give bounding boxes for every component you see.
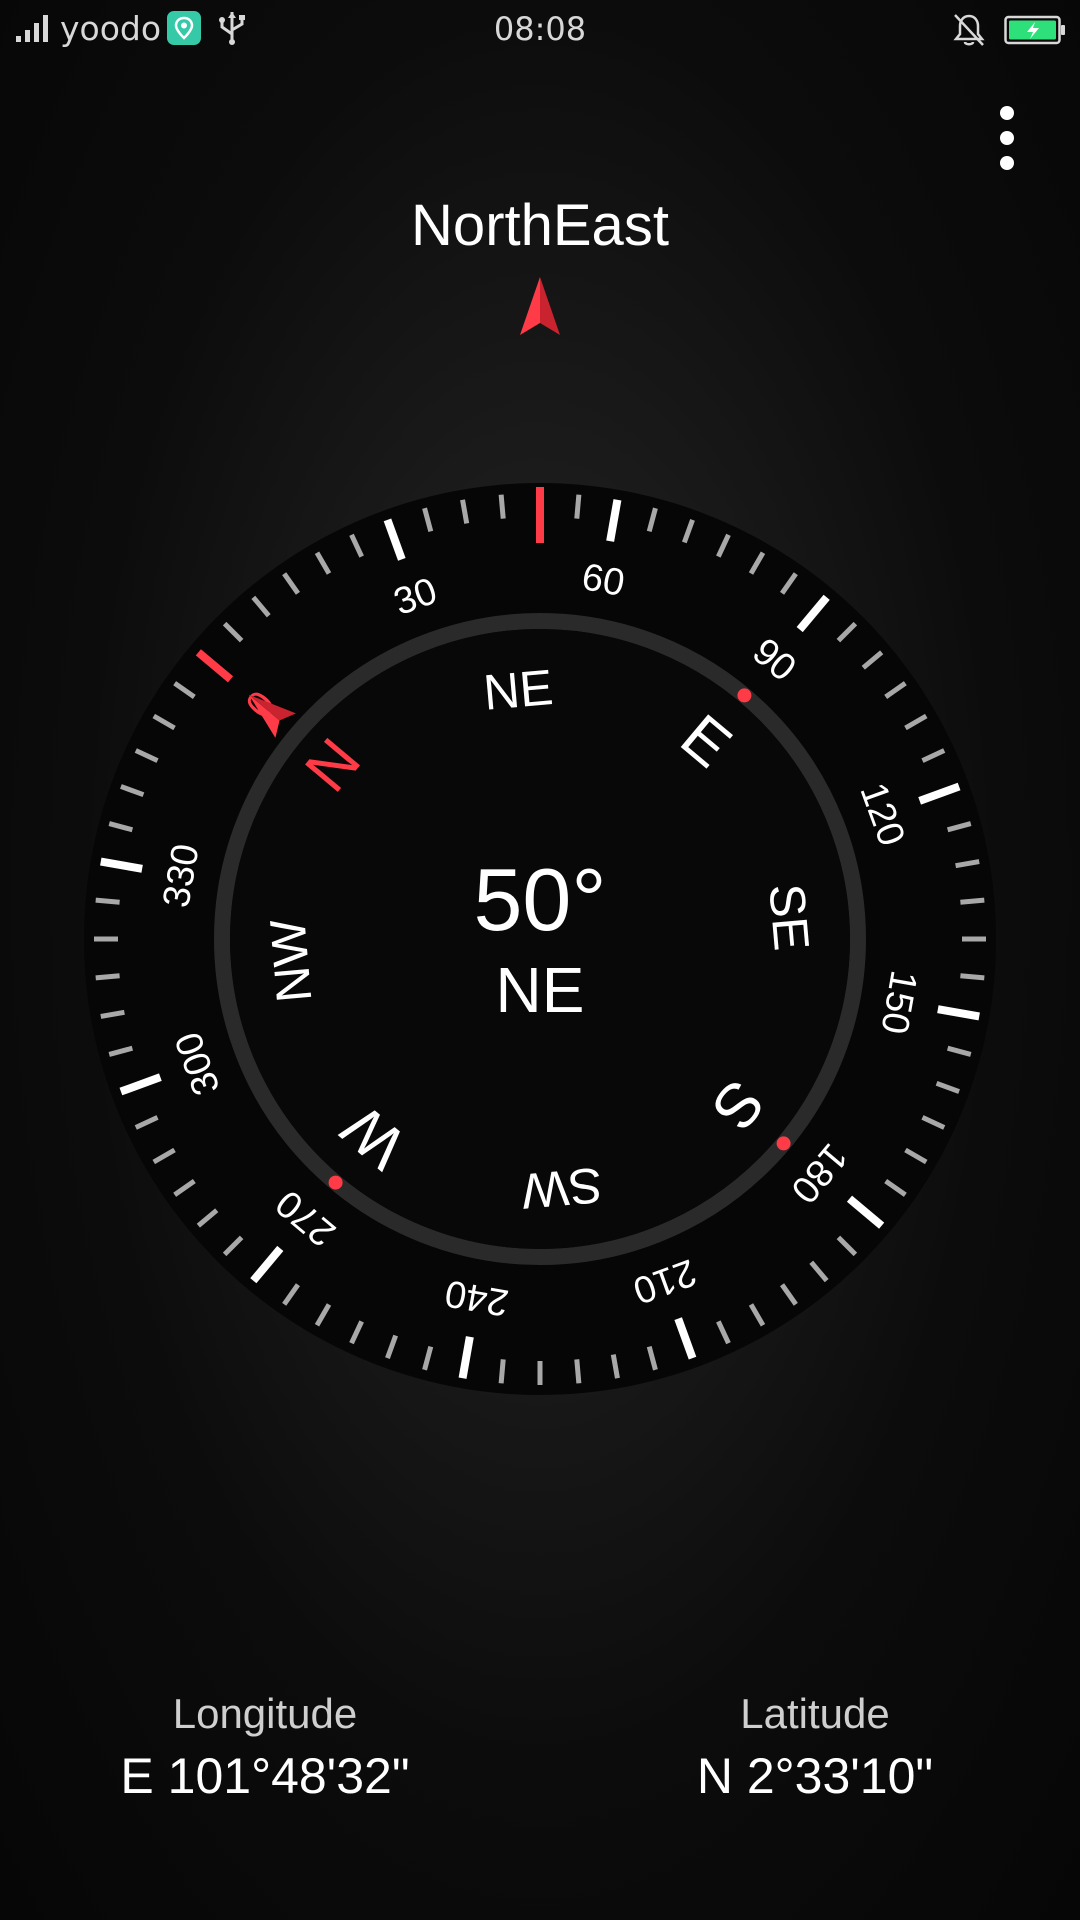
heading-degrees: 50° (473, 850, 607, 949)
minor-tick (95, 897, 120, 905)
latitude-block: Latitude N 2°33'10" (585, 1686, 1045, 1810)
longitude-value: E 101°48'32" (120, 1748, 410, 1804)
heading-pointer-icon (520, 277, 560, 335)
minor-tick (960, 973, 985, 981)
compass-readout: 50° NE (340, 850, 740, 1030)
longitude-block: Longitude E 101°48'32" (35, 1686, 495, 1810)
minor-tick (574, 1359, 582, 1384)
compass-screen: yoodo 08:08 NorthEast 30 60 90 120 150 1… (0, 0, 1080, 1920)
ring-dot (776, 1136, 791, 1151)
battery-charging-icon (1004, 15, 1065, 45)
minor-tick (95, 973, 120, 981)
more-options-button[interactable] (984, 100, 1032, 180)
latitude-value: N 2°33'10" (696, 1748, 934, 1804)
ring-dot (737, 688, 752, 703)
status-right-group (952, 10, 1066, 50)
cardinal-label-ne: NE (481, 659, 555, 721)
status-clock: 08:08 (493, 10, 587, 48)
latitude-label: Latitude (740, 1690, 890, 1737)
heading-direction: NE (495, 954, 585, 1026)
bezel-number: 60 (579, 556, 628, 605)
cardinal-label-se: SE (758, 882, 820, 953)
cardinal-label-sw: SW (518, 1157, 604, 1220)
cardinal-label-nw: NW (259, 916, 322, 1005)
minor-tick (960, 897, 985, 905)
minor-tick (498, 494, 506, 519)
minor-tick (574, 494, 582, 519)
minor-tick (498, 1359, 506, 1384)
longitude-label: Longitude (172, 1690, 358, 1737)
mute-bell-icon (953, 14, 985, 46)
ring-dot (328, 1175, 343, 1190)
direction-name: NorthEast (411, 193, 669, 258)
status-bar: yoodo 08:08 (0, 0, 1080, 56)
